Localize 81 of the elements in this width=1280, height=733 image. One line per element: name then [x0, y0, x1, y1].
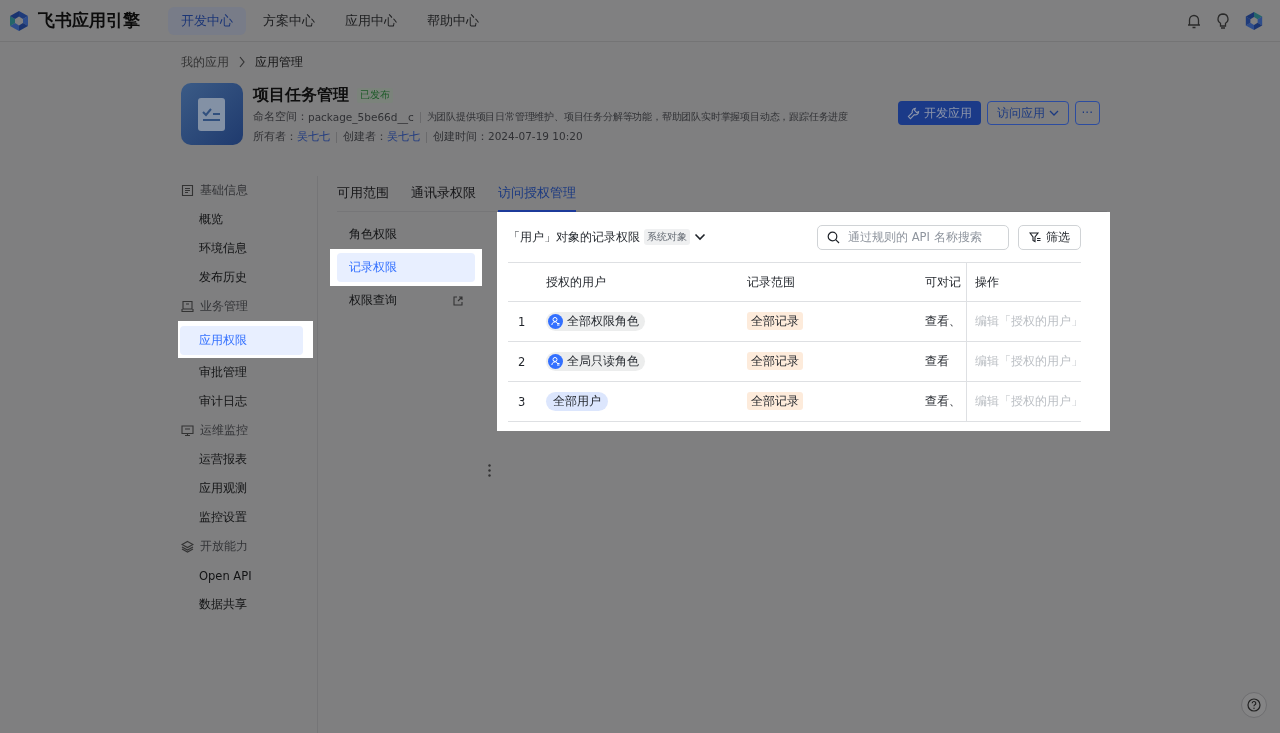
more-button[interactable]: ··· — [1074, 101, 1100, 125]
role-icon — [548, 313, 563, 329]
sidebar-item[interactable]: 发布历史 — [160, 263, 317, 292]
column-header: 记录范围 — [746, 262, 924, 302]
notification-bell-icon[interactable] — [1186, 12, 1202, 29]
wrench-icon — [906, 106, 920, 120]
help-icon — [1247, 698, 1261, 712]
sidebar-section-title: 开放能力 — [200, 539, 248, 554]
sidebar-item[interactable]: 应用观测 — [160, 474, 317, 503]
sidebar-item[interactable]: Open API — [160, 561, 317, 590]
column-header: 可对记 — [924, 262, 967, 302]
chevron-right-icon — [238, 56, 246, 68]
submenu-item[interactable]: 记录权限 — [337, 253, 475, 282]
namespace-value: package_5be66d__c — [308, 111, 414, 123]
owner-label: 所有者： — [253, 130, 297, 144]
breadcrumb-link[interactable]: 我的应用 — [181, 54, 229, 70]
product-name: 飞书应用引擎 — [38, 9, 140, 32]
sidebar-item[interactable]: 监控设置 — [160, 503, 317, 532]
app-icon — [181, 83, 243, 145]
sidebar-item[interactable]: 应用权限 — [180, 326, 303, 355]
role-icon — [548, 353, 563, 369]
filter-button[interactable]: 筛选 — [1018, 224, 1081, 250]
lightbulb-icon[interactable] — [1216, 12, 1230, 29]
column-header: 操作 — [966, 262, 1081, 302]
namespace-label: 命名空间： — [253, 110, 308, 124]
document-icon — [181, 184, 194, 197]
nav-tab[interactable]: 帮助中心 — [414, 6, 492, 35]
sidebar-section-title: 运维监控 — [200, 423, 248, 438]
sidebar-section-title: 业务管理 — [200, 299, 248, 314]
logo-icon — [8, 9, 30, 32]
scope-tag: 全部记录 — [747, 312, 803, 330]
tab[interactable]: 可用范围 — [337, 176, 389, 212]
submenu-item[interactable]: 权限查询 — [337, 286, 453, 315]
creator-link[interactable]: 吴七七 — [387, 130, 420, 144]
sidebar-item[interactable]: 环境信息 — [160, 234, 317, 263]
search-field[interactable]: 通过规则的 API 名称搜索 — [817, 224, 1009, 250]
scope-tag: 全部记录 — [747, 352, 803, 370]
status-tag: 已发布 — [357, 87, 393, 103]
app-description: 为团队提供项目日常管理维护、项目任务分解等功能，帮助团队实时掌握项目动态，跟踪任务进度 — [426, 110, 849, 124]
filter-icon — [1029, 231, 1041, 243]
chevron-down-icon[interactable] — [694, 233, 706, 241]
row-number: 1 — [508, 301, 545, 342]
nav-tab[interactable]: 应用中心 — [332, 6, 410, 35]
role-chip: 全部权限角色 — [546, 311, 645, 331]
sidebar-item[interactable]: 审批管理 — [160, 358, 317, 387]
table-cell: 查看 — [924, 341, 967, 382]
system-object-tag: 系统对象 — [644, 229, 690, 245]
layers-icon — [181, 540, 194, 553]
sidebar-item[interactable]: 数据共享 — [160, 590, 317, 619]
role-chip: 全局只读角色 — [546, 351, 645, 371]
submenu-item[interactable]: 角色权限 — [337, 220, 475, 249]
caret-icon — [1048, 109, 1059, 117]
sidebar-section-title: 基础信息 — [200, 183, 248, 198]
column-header: 授权的用户 — [545, 262, 746, 302]
scope-tag: 全部记录 — [747, 392, 803, 410]
object-title: 「用户」对象的记录权限 — [508, 229, 640, 245]
owner-link[interactable]: 吴七七 — [297, 130, 330, 144]
nav-tab[interactable]: 开发中心 — [168, 6, 246, 35]
tab[interactable]: 通讯录权限 — [411, 176, 476, 212]
app-title: 项目任务管理 — [253, 84, 349, 106]
table-cell: 查看、 — [924, 301, 967, 342]
drag-handle-icon[interactable] — [488, 464, 491, 477]
external-link-icon[interactable] — [453, 295, 463, 306]
sidebar-item[interactable]: 审计日志 — [160, 387, 317, 416]
briefcase-icon — [181, 300, 194, 313]
develop-app-button[interactable]: 开发应用 — [897, 101, 981, 125]
row-number: 3 — [508, 381, 545, 422]
help-button[interactable] — [1241, 692, 1267, 718]
monitor-icon — [181, 424, 194, 437]
breadcrumb-current: 应用管理 — [255, 54, 303, 70]
creator-label: 创建者： — [343, 130, 387, 144]
table-cell: 查看、 — [924, 381, 967, 422]
sidebar-item[interactable]: 运营报表 — [160, 445, 317, 474]
visit-app-button[interactable]: 访问应用 — [986, 101, 1069, 125]
user-chip: 全部用户 — [546, 392, 608, 411]
search-icon — [827, 230, 840, 244]
created-time: 创建时间：2024-07-19 10:20 — [433, 130, 583, 144]
sidebar-item[interactable]: 概览 — [160, 205, 317, 234]
nav-tab[interactable]: 方案中心 — [250, 6, 328, 35]
app-logo-icon[interactable] — [1244, 10, 1264, 31]
row-number: 2 — [508, 341, 545, 382]
